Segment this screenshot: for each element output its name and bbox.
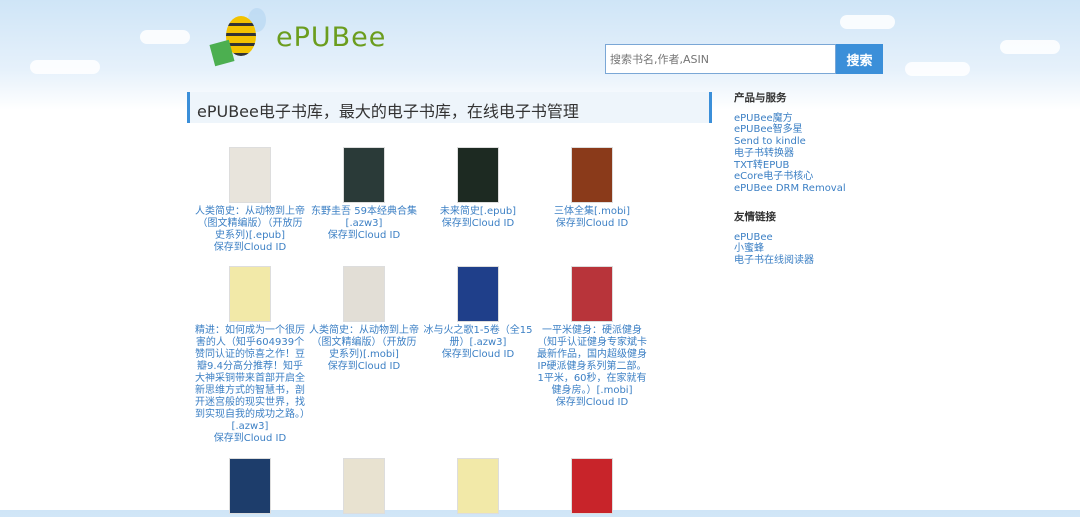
logo-text: ePUBee bbox=[276, 21, 387, 53]
book-item: 三体全集[.mobi] 保存到Cloud ID bbox=[535, 147, 649, 230]
book-cover[interactable] bbox=[457, 458, 499, 514]
book-item bbox=[307, 458, 421, 517]
friend-link[interactable]: 小蜜蜂 bbox=[734, 243, 814, 255]
book-item: 人类简史：从动物到上帝（图文精编版）（开放历史系列)[.epub] 保存到Clo… bbox=[193, 147, 307, 254]
book-title-link[interactable]: 东野圭吾 59本经典合集[.azw3] bbox=[311, 206, 417, 229]
cloud bbox=[840, 15, 895, 29]
sidebar-links: 友情链接 ePUBee 小蜜蜂 电子书在线阅读器 bbox=[734, 211, 814, 267]
book-title-link[interactable]: 人类简史：从动物到上帝（图文精编版）（开放历史系列)[.epub] bbox=[195, 206, 305, 241]
save-to-cloud-link[interactable]: 保存到Cloud ID bbox=[535, 397, 649, 409]
bee-logo-icon bbox=[209, 8, 270, 67]
sidebar-product-link[interactable]: Send to kindle bbox=[734, 136, 846, 148]
search-input[interactable] bbox=[605, 44, 836, 74]
book-cover[interactable] bbox=[229, 147, 271, 203]
save-to-cloud-link[interactable]: 保存到Cloud ID bbox=[307, 230, 421, 242]
book-cover[interactable] bbox=[571, 147, 613, 203]
search-button[interactable]: 搜索 bbox=[836, 44, 883, 74]
sidebar-product-link[interactable]: TXT转EPUB bbox=[734, 160, 846, 172]
save-to-cloud-link[interactable]: 保存到Cloud ID bbox=[421, 349, 535, 361]
friend-link[interactable]: ePUBee bbox=[734, 232, 814, 244]
book-item: 东野圭吾 59本经典合集[.azw3] 保存到Cloud ID bbox=[307, 147, 421, 242]
book-cover[interactable] bbox=[457, 147, 499, 203]
sidebar-product-link[interactable]: ePUBee DRM Removal bbox=[734, 183, 846, 195]
book-cover[interactable] bbox=[229, 458, 271, 514]
book-item bbox=[535, 458, 649, 517]
search-form: 搜索 bbox=[605, 44, 883, 74]
book-item bbox=[193, 458, 307, 517]
cloud bbox=[1000, 40, 1060, 54]
book-item: 冰与火之歌1-5卷（全15册）[.azw3] 保存到Cloud ID bbox=[421, 266, 535, 361]
sidebar-product-link[interactable]: 电子书转换器 bbox=[734, 148, 846, 160]
book-cover[interactable] bbox=[343, 266, 385, 322]
sidebar-products: 产品与服务 ePUBee魔方 ePUBee智多星 Send to kindle 电子书… bbox=[734, 92, 846, 195]
cloud bbox=[140, 30, 190, 44]
book-title-link[interactable]: 人类简史：从动物到上帝（图文精编版）（开放历史系列)[.mobi] bbox=[309, 325, 419, 360]
sidebar-product-link[interactable]: eCore电子书核心 bbox=[734, 171, 846, 183]
book-cover[interactable] bbox=[571, 458, 613, 514]
save-to-cloud-link[interactable]: 保存到Cloud ID bbox=[193, 433, 307, 445]
book-cover[interactable] bbox=[571, 266, 613, 322]
book-item: 人类简史：从动物到上帝（图文精编版）（开放历史系列)[.mobi] 保存到Clo… bbox=[307, 266, 421, 373]
save-to-cloud-link[interactable]: 保存到Cloud ID bbox=[193, 242, 307, 254]
book-item: 一平米健身：硬派健身（知乎认证健身专家斌卡最新作品，国内超级健身IP硬派健身系列… bbox=[535, 266, 649, 409]
book-cover[interactable] bbox=[343, 458, 385, 514]
book-item bbox=[421, 458, 535, 517]
save-to-cloud-link[interactable]: 保存到Cloud ID bbox=[307, 361, 421, 373]
book-title-link[interactable]: 精进：如何成为一个很厉害的人（知乎604939个赞同认证的惊喜之作！豆瓣9.4分… bbox=[195, 325, 305, 432]
book-title-link[interactable]: 一平米健身：硬派健身（知乎认证健身专家斌卡最新作品，国内超级健身IP硬派健身系列… bbox=[537, 325, 647, 396]
book-cover[interactable] bbox=[229, 266, 271, 322]
book-item: 精进：如何成为一个很厉害的人（知乎604939个赞同认证的惊喜之作！豆瓣9.4分… bbox=[193, 266, 307, 445]
book-title-link[interactable]: 冰与火之歌1-5卷（全15册）[.azw3] bbox=[423, 325, 532, 348]
links-heading: 友情链接 bbox=[734, 211, 776, 223]
save-to-cloud-link[interactable]: 保存到Cloud ID bbox=[421, 218, 535, 230]
friend-link[interactable]: 电子书在线阅读器 bbox=[734, 255, 814, 267]
products-heading: 产品与服务 bbox=[734, 92, 787, 104]
cloud bbox=[30, 60, 100, 74]
save-to-cloud-link[interactable]: 保存到Cloud ID bbox=[535, 218, 649, 230]
page-title: ePUBee电子书库，最大的电子书库，在线电子书管理 bbox=[187, 92, 712, 123]
book-title-link[interactable]: 三体全集[.mobi] bbox=[554, 206, 630, 217]
sidebar-product-link[interactable]: ePUBee智多星 bbox=[734, 124, 846, 136]
cloud bbox=[905, 62, 970, 76]
sidebar-product-link[interactable]: ePUBee魔方 bbox=[734, 113, 846, 125]
book-cover[interactable] bbox=[457, 266, 499, 322]
book-item: 未来简史[.epub] 保存到Cloud ID bbox=[421, 147, 535, 230]
site-logo[interactable]: ePUBee bbox=[209, 8, 387, 67]
book-cover[interactable] bbox=[343, 147, 385, 203]
book-title-link[interactable]: 未来简史[.epub] bbox=[440, 206, 516, 217]
